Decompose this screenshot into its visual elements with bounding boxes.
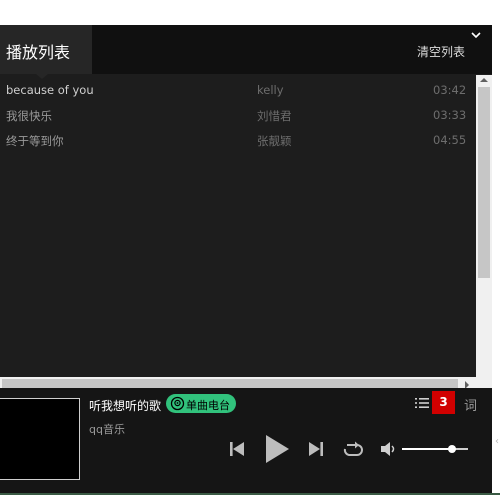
volume-slider[interactable] (402, 445, 468, 453)
vertical-scroll-thumb[interactable] (478, 87, 490, 278)
side-expand-icon[interactable]: ‹ (495, 436, 500, 450)
single-radio-button[interactable]: 单曲电台 (166, 394, 236, 413)
song-duration: 03:33 (433, 108, 467, 122)
previous-icon[interactable] (228, 440, 246, 458)
playlist-panel: 播放列表 清空列表 because of you kelly 03:42 我很快… (0, 25, 492, 393)
volume-knob[interactable] (447, 445, 456, 453)
next-icon[interactable] (307, 440, 325, 458)
song-row[interactable]: because of you kelly 03:42 (0, 77, 476, 102)
play-icon[interactable] (263, 433, 291, 465)
song-row[interactable]: 终于等到你 张靓颖 04:55 (0, 127, 476, 152)
player-bottom-line (0, 493, 500, 495)
player-bar: 听我想听的歌 单曲电台 qq音乐 3 词 (0, 388, 492, 494)
playlist-title-tab[interactable]: 播放列表 (0, 25, 92, 74)
playlist-count-badge[interactable]: 3 (432, 391, 455, 414)
song-artist: kelly (257, 83, 284, 97)
volume-icon[interactable] (379, 440, 397, 458)
vertical-scrollbar[interactable] (476, 75, 492, 377)
clear-playlist-button[interactable]: 清空列表 (417, 43, 465, 60)
current-song-title[interactable]: 听我想听的歌 (89, 397, 161, 414)
song-name: 终于等到你 (6, 134, 64, 148)
song-list: because of you kelly 03:42 我很快乐 刘惜君 03:3… (0, 77, 476, 374)
song-duration: 03:42 (433, 83, 467, 97)
song-name: because of you (6, 83, 94, 97)
song-row[interactable]: 我很快乐 刘惜君 03:33 (0, 102, 476, 127)
song-name: 我很快乐 (6, 109, 52, 123)
playlist-title: 播放列表 (6, 43, 71, 62)
current-song-subtitle: qq音乐 (89, 423, 125, 436)
scroll-up-arrow-icon[interactable] (480, 78, 488, 82)
album-cover[interactable] (0, 398, 80, 480)
radio-icon (170, 396, 185, 411)
radio-label: 单曲电台 (186, 399, 230, 412)
volume-fill (402, 448, 452, 450)
song-artist: 张靓颖 (257, 134, 292, 148)
repeat-icon[interactable] (342, 440, 364, 458)
playlist-header: 播放列表 清空列表 (0, 25, 492, 79)
collapse-chevron-icon[interactable] (469, 28, 483, 42)
song-artist: 刘惜君 (257, 109, 292, 123)
song-duration: 04:55 (433, 133, 467, 147)
playlist-icon[interactable] (414, 395, 430, 411)
lyrics-button[interactable]: 词 (464, 395, 477, 414)
